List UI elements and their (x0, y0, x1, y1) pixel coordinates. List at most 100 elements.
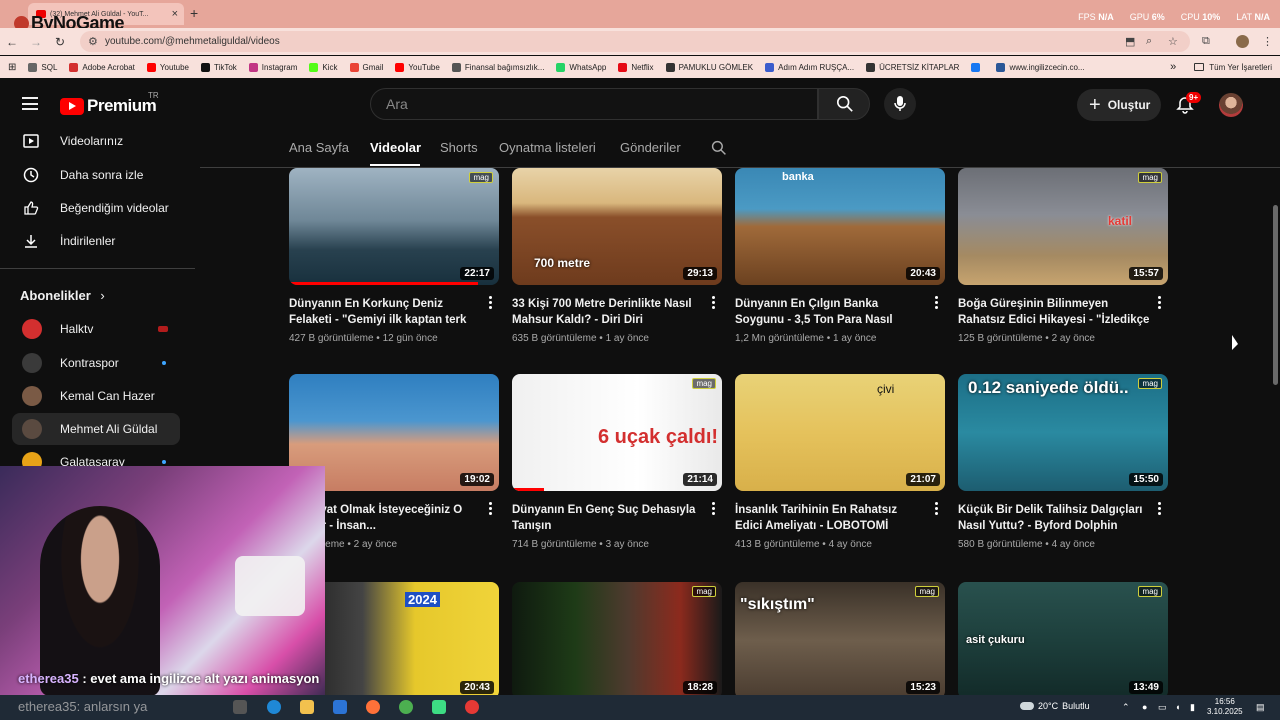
search-input[interactable] (370, 88, 818, 120)
bookmark-item[interactable]: SQL (28, 62, 57, 72)
search-icon (836, 95, 853, 112)
video-title[interactable]: Dünyanın En Çılgın Banka Soygunu - 3,5 T… (735, 296, 927, 328)
page-scrollbar[interactable] (1273, 205, 1278, 385)
more-actions-icon[interactable] (489, 296, 493, 310)
search-button[interactable] (818, 88, 870, 120)
tab-shorts[interactable]: Shorts (440, 140, 478, 155)
bookmark-item[interactable]: Instagram (248, 62, 297, 72)
more-actions-icon[interactable] (1158, 296, 1162, 310)
video-thumbnail[interactable]: 0.12 saniyede öldü.. mag 15:50 (958, 374, 1168, 491)
video-title[interactable]: Küçük Bir Delik Talihsiz Dalgıçları Nası… (958, 502, 1150, 534)
sidebar-channel-kemal-can-hazer[interactable]: Kemal Can Hazer (12, 380, 180, 412)
bookmark-item[interactable]: PAMUKLU GÖMLEK (665, 62, 753, 72)
all-bookmarks-link[interactable]: Tüm Yer İşaretleri (1209, 63, 1272, 72)
bookmark-item[interactable]: WhatsApp (556, 62, 606, 72)
bookmark-favicon-icon (556, 62, 566, 72)
bookmark-item[interactable] (971, 62, 984, 72)
file-explorer-icon[interactable] (300, 700, 314, 714)
bookmark-favicon-icon (996, 62, 1006, 72)
edge-icon[interactable] (267, 700, 281, 714)
bookmarks-more-button[interactable]: » (1170, 61, 1176, 73)
tab-posts[interactable]: Gönderiler (620, 140, 681, 155)
bookmark-item[interactable]: Adobe Acrobat (69, 62, 135, 72)
zoom-icon[interactable]: ⌕ (1146, 35, 1152, 48)
bookmark-item[interactable]: Kick (309, 62, 338, 72)
video-thumbnail[interactable]: katil mag 15:57 (958, 168, 1168, 285)
video-title[interactable]: Dünyanın En Genç Suç Dehasıyla Tanışın (512, 502, 704, 534)
more-actions-icon[interactable] (935, 502, 939, 516)
video-title[interactable]: Boğa Güreşinin Bilinmeyen Rahatsız Edici… (958, 296, 1150, 328)
new-tab-button[interactable]: + (190, 5, 198, 21)
bookmark-item[interactable]: Finansal bağımsızlık... (451, 62, 544, 72)
video-thumbnail[interactable]: 700 metre 29:13 (512, 168, 722, 285)
address-bar[interactable] (80, 31, 1190, 52)
profile-avatar[interactable] (1236, 35, 1249, 48)
video-title[interactable]: 33 Kişi 700 Metre Derinlikte Nasıl Mahsu… (512, 296, 704, 328)
subscriptions-heading[interactable]: Abonelikler › (20, 288, 105, 303)
more-actions-icon[interactable] (489, 502, 493, 516)
sidebar-channel-halktv[interactable]: Halktv (12, 313, 180, 345)
notifications-center-icon[interactable]: ▤ (1256, 702, 1265, 713)
weather-widget[interactable]: 20°C Bulutlu (1020, 701, 1090, 711)
more-actions-icon[interactable] (712, 502, 716, 516)
tab-home[interactable]: Ana Sayfa (289, 140, 349, 155)
site-info-icon[interactable]: ⚙ (88, 35, 98, 48)
bookmark-item[interactable]: www.ingilizcecin.co... (996, 62, 1085, 72)
video-thumbnail[interactable]: 6 uçak çaldı! mag 21:14 (512, 374, 722, 491)
video-thumbnail[interactable]: asit çukuru mag 13:49 (958, 582, 1168, 699)
firefox-icon[interactable] (366, 700, 380, 714)
more-menu-icon[interactable]: ⋮ (1262, 35, 1273, 48)
task-view-icon[interactable] (233, 700, 247, 714)
volume-icon[interactable]: ◖ (1175, 702, 1180, 712)
bookmark-item[interactable]: Netflix (618, 62, 654, 72)
sidebar-item-watch-later[interactable]: Daha sonra izle (12, 159, 180, 191)
bookmark-item[interactable]: Gmail (349, 62, 383, 72)
microphone-tray-icon[interactable]: ● (1142, 702, 1147, 712)
voice-search-button[interactable] (884, 88, 916, 120)
reload-icon[interactable]: ↻ (48, 35, 72, 49)
video-thumbnail[interactable]: "sıkıştım" mag 15:23 (735, 582, 945, 699)
video-title[interactable]: İnsanlık Tarihinin En Rahatsız Edici Ame… (735, 502, 927, 534)
bookmark-item[interactable]: Adım Adım RUŞÇA... (765, 62, 854, 72)
video-thumbnail[interactable]: mag 22:17 (289, 168, 499, 285)
store-icon[interactable] (333, 700, 347, 714)
bookmark-item[interactable]: YouTube (395, 62, 440, 72)
sidebar-item-liked-videos[interactable]: Beğendiğim videolar (12, 192, 180, 224)
create-button[interactable]: + Oluştur (1077, 89, 1161, 121)
video-metadata: 125 B görüntüleme • 2 ay önce (958, 333, 1095, 344)
system-clock[interactable]: 16:56 3.10.2025 (1207, 697, 1243, 717)
sidebar-channel-mehmet-ali-guldal[interactable]: Mehmet Ali Güldal (12, 413, 180, 445)
back-icon[interactable]: ← (0, 35, 24, 49)
channel-search-icon[interactable] (711, 140, 727, 156)
chrome-profile-icon[interactable] (465, 700, 479, 714)
video-thumbnail[interactable]: çivi 21:07 (735, 374, 945, 491)
install-icon[interactable]: ⬒ (1125, 35, 1135, 48)
account-avatar[interactable] (1219, 93, 1243, 117)
more-actions-icon[interactable] (935, 296, 939, 310)
sidebar-item-your-videos[interactable]: Videolarınız (12, 125, 180, 157)
channel-watermark-badge: mag (1138, 586, 1162, 597)
sidebar-item-downloads[interactable]: İndirilenler (12, 225, 180, 257)
youtube-premium-logo[interactable]: Premium TR (60, 91, 159, 116)
bookmark-star-icon[interactable]: ☆ (1168, 35, 1178, 48)
bookmark-item[interactable]: Youtube (146, 62, 189, 72)
hamburger-menu-icon[interactable] (22, 97, 38, 110)
video-thumbnail[interactable]: banka 20:43 (735, 168, 945, 285)
forward-icon[interactable]: → (24, 35, 48, 49)
tab-videos[interactable]: Videolar (370, 140, 421, 155)
more-actions-icon[interactable] (1158, 502, 1162, 516)
more-actions-icon[interactable] (712, 296, 716, 310)
network-icon[interactable]: ▭ (1158, 702, 1167, 713)
video-thumbnail[interactable]: mag 18:28 (512, 582, 722, 699)
video-title[interactable]: Dünyanın En Korkunç Deniz Felaketi - "Ge… (289, 296, 481, 328)
bookmark-item[interactable]: ÜCRETSİZ KİTAPLAR (866, 62, 959, 72)
extensions-icon[interactable]: ⧉ (1202, 35, 1210, 48)
sidebar-channel-kontraspor[interactable]: Kontraspor (12, 347, 180, 379)
chrome-icon[interactable] (399, 700, 413, 714)
tray-arrow-icon[interactable]: ⌃ (1122, 702, 1130, 713)
app-icon[interactable] (432, 700, 446, 714)
bookmark-item[interactable]: TikTok (200, 62, 237, 72)
close-tab-icon[interactable]: × (172, 8, 178, 20)
apps-grid-icon[interactable]: ⊞ (8, 62, 16, 73)
tab-playlists[interactable]: Oynatma listeleri (499, 140, 596, 155)
